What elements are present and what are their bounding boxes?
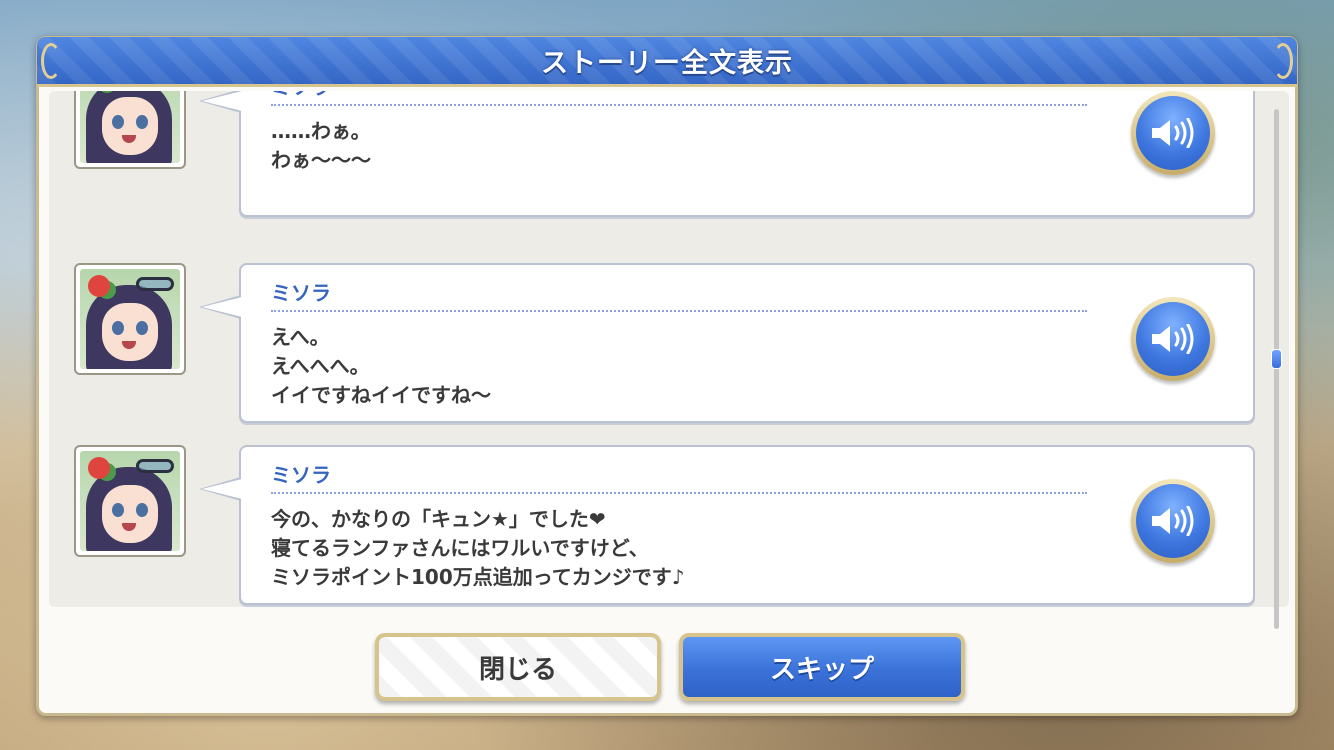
scrollbar-thumb[interactable] <box>1271 349 1282 369</box>
divider <box>271 310 1087 312</box>
avatar <box>74 263 186 375</box>
dialogue-line: 今の、かなりの「キュン★」でした❤ <box>271 507 606 531</box>
list-item: ミソラ 今の、かなりの「キュン★」でした❤ 寝てるランファさんにはワルいですけど… <box>49 445 1259 607</box>
divider <box>271 104 1087 106</box>
skip-button[interactable]: スキップ <box>679 633 965 701</box>
speaker-name: ミソラ <box>271 91 331 100</box>
character-portrait <box>80 269 180 369</box>
speaker-name: ミソラ <box>271 281 331 305</box>
dialogue-text: ……わぁ。 わぁ〜〜〜 <box>271 117 1091 175</box>
close-button[interactable]: 閉じる <box>375 633 661 701</box>
divider <box>271 492 1087 494</box>
story-log-dialog: ストーリー全文表示 ミソラ ……わぁ。 わぁ〜〜〜 <box>36 36 1298 716</box>
dialogue-line: イイですねイイですね〜 <box>271 383 491 407</box>
dialogue-line: えへへへ。 <box>271 354 370 378</box>
dialogue-line: ミソラポイント100万点追加ってカンジです♪ <box>271 565 685 589</box>
story-log-list[interactable]: ミソラ ……わぁ。 わぁ〜〜〜 <box>49 91 1289 607</box>
voice-play-button[interactable] <box>1131 91 1215 175</box>
avatar <box>74 91 186 169</box>
dialogue-bubble: ミソラ えへ。 えへへへ。 イイですねイイですね〜 <box>199 263 1255 423</box>
ornament-icon <box>1273 43 1293 79</box>
dialogue-line: わぁ〜〜〜 <box>271 148 371 172</box>
scrollbar[interactable] <box>1271 109 1282 629</box>
avatar <box>74 445 186 557</box>
voice-play-button[interactable] <box>1131 297 1215 381</box>
list-item: ミソラ ……わぁ。 わぁ〜〜〜 <box>49 91 1259 221</box>
speaker-volume-icon <box>1152 506 1194 536</box>
dialogue-bubble: ミソラ ……わぁ。 わぁ〜〜〜 <box>199 91 1255 217</box>
dialogue-line: ……わぁ。 <box>271 119 371 143</box>
character-portrait <box>80 451 180 551</box>
dialog-title-bar: ストーリー全文表示 <box>37 37 1297 87</box>
character-portrait <box>80 91 180 163</box>
ornament-icon <box>41 43 61 79</box>
voice-play-button[interactable] <box>1131 479 1215 563</box>
speaker-volume-icon <box>1152 324 1194 354</box>
dialogue-line: 寝てるランファさんにはワルいですけど、 <box>271 536 649 560</box>
dialog-title: ストーリー全文表示 <box>541 48 793 79</box>
dialogue-line: えへ。 <box>271 325 330 349</box>
list-item: ミソラ えへ。 えへへへ。 イイですねイイですね〜 <box>49 263 1259 427</box>
dialogue-text: 今の、かなりの「キュン★」でした❤ 寝てるランファさんにはワルいですけど、 ミソ… <box>271 505 1091 592</box>
dialogue-text: えへ。 えへへへ。 イイですねイイですね〜 <box>271 323 1091 410</box>
dialogue-bubble: ミソラ 今の、かなりの「キュン★」でした❤ 寝てるランファさんにはワルいですけど… <box>199 445 1255 605</box>
speaker-name: ミソラ <box>271 463 331 487</box>
speaker-volume-icon <box>1152 118 1194 148</box>
